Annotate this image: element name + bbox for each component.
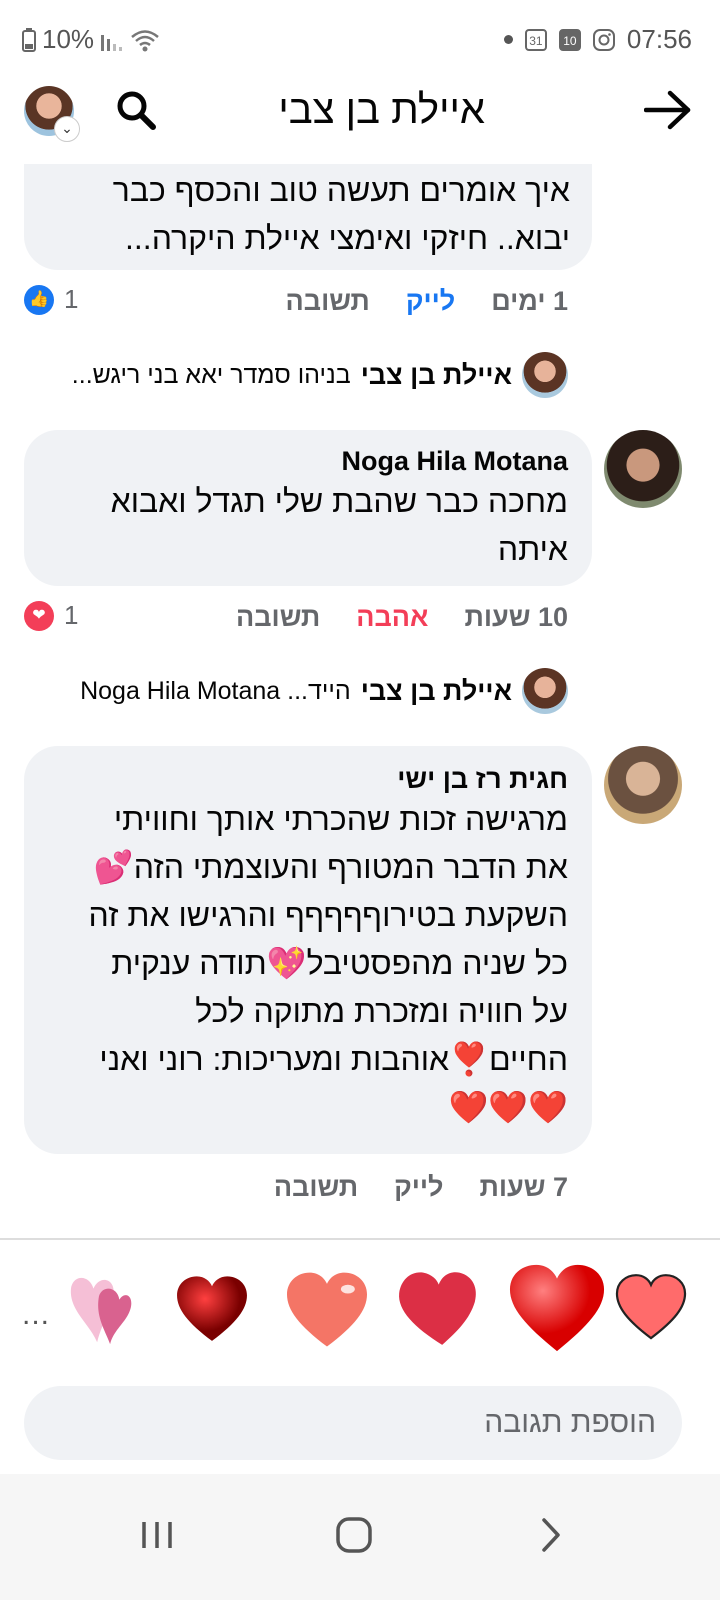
reaction-count: 1 xyxy=(64,284,79,314)
battery-icon xyxy=(22,27,36,52)
page-title: איילת בן צבי xyxy=(278,88,485,132)
heart-sticker-icon[interactable] xyxy=(62,1268,136,1348)
reaction-count: 1 xyxy=(64,600,79,630)
reply-button[interactable]: תשובה xyxy=(274,1172,358,1203)
more-stickers-button[interactable]: ... xyxy=(22,1298,50,1332)
heart-sticker-icon[interactable] xyxy=(508,1262,606,1354)
heart-sticker-icon[interactable] xyxy=(614,1272,688,1342)
comment-bubble[interactable]: Noga Hila Motana מחכה כבר שהבת שלי תגדל … xyxy=(24,430,592,586)
status-bar: 10% 31 10 07:56 xyxy=(0,0,720,80)
reply-author: איילת בן צבי xyxy=(360,675,512,706)
comment-actions: 7 שעות לייק תשובה xyxy=(274,1172,568,1203)
back-arrow-icon[interactable] xyxy=(644,90,692,130)
commenter-avatar[interactable] xyxy=(604,746,682,824)
notification-dot-icon xyxy=(503,35,513,44)
back-nav-icon[interactable] xyxy=(526,1510,576,1560)
love-button[interactable]: אהבה xyxy=(356,602,428,633)
reaction-summary[interactable]: 👍 1 xyxy=(24,284,78,315)
comment-text-line: איתה xyxy=(497,531,568,567)
comment-actions: 1 ימים לייק תשובה xyxy=(286,286,568,317)
comment-actions: 10 שעות אהבה תשובה xyxy=(236,602,568,633)
comment-time[interactable]: 7 שעות xyxy=(480,1172,569,1203)
calendar-icon: 31 xyxy=(524,28,547,51)
heart-sticker-icon[interactable] xyxy=(282,1270,372,1350)
comment-bubble[interactable]: חגית רז בן ישי מרגישה זכות שהכרתי אותך ו… xyxy=(24,746,592,1154)
reply-text: בניהו סמדר יאא בני ריגש... xyxy=(71,360,351,389)
reply-text: הייד... Noga Hila Motana xyxy=(80,676,351,705)
date-badge-icon: 10 xyxy=(558,28,581,51)
sticker-bar xyxy=(0,1262,720,1362)
commenter-avatar[interactable] xyxy=(604,430,682,508)
battery-percent: 10% xyxy=(42,24,95,54)
like-button[interactable]: לייק xyxy=(394,1172,443,1203)
home-icon[interactable] xyxy=(329,1510,379,1560)
comment-composer[interactable] xyxy=(24,1386,682,1460)
search-icon[interactable] xyxy=(114,88,158,132)
recent-apps-icon[interactable] xyxy=(132,1510,182,1560)
like-icon: 👍 xyxy=(24,284,54,315)
comment-text-line: מחכה כבר שהבת שלי תגדל ואבוא xyxy=(110,483,568,519)
comment-text-line: את הדבר המטורף והעוצמתי הזה💕 xyxy=(93,849,568,885)
comment-time[interactable]: 1 ימים xyxy=(491,286,568,317)
commenter-name[interactable]: חגית רז בן ישי xyxy=(40,764,568,795)
clock: 07:56 xyxy=(626,24,692,54)
reply-button[interactable]: תשובה xyxy=(236,602,320,633)
comment-text-line: החיים❣️אוהבות ומעריכות: רוני ואני xyxy=(99,1041,568,1077)
reply-avatar xyxy=(522,668,568,714)
heart-icon: ❤ xyxy=(24,600,54,631)
comment-text-line: השקעת בטירוףףףףף והרגישו את זה xyxy=(88,897,568,933)
add-reply-input[interactable] xyxy=(24,1386,682,1460)
comment-text-line: על חוויה ומזכרת מתוקה לכל xyxy=(195,993,568,1029)
reaction-summary[interactable]: ❤ 1 xyxy=(24,600,78,631)
commenter-name[interactable]: Noga Hila Motana xyxy=(46,446,568,477)
comment-text-line: איך אומרים תעשה טוב והכסף כבר xyxy=(112,172,570,208)
comment-time[interactable]: 10 שעות xyxy=(464,602,568,633)
reply-button[interactable]: תשובה xyxy=(286,286,370,317)
comment-text-line: כל שניה מהפסטיבל💖תודה ענקית xyxy=(111,945,568,981)
comment-bubble[interactable]: איך אומרים תעשה טוב והכסף כבר יבוא.. חיז… xyxy=(24,164,592,270)
signal-icon xyxy=(101,34,123,51)
comment-text-line: ❤️❤️❤️ xyxy=(448,1089,568,1125)
top-bar: ⌄ איילת בן צבי xyxy=(0,80,720,164)
instagram-icon xyxy=(592,28,615,51)
status-right: 31 10 07:56 xyxy=(503,24,692,55)
wifi-icon xyxy=(131,29,159,51)
heart-sticker-icon[interactable] xyxy=(394,1266,480,1348)
like-button[interactable]: לייק xyxy=(406,286,455,317)
comment-text-line: יבוא.. חיזקי ואימצי איילת היקרה... xyxy=(125,220,570,256)
reply-preview[interactable]: איילת בן צבי הייד... Noga Hila Motana xyxy=(80,668,568,714)
reply-preview[interactable]: איילת בן צבי בניהו סמדר יאא בני ריגש... xyxy=(72,352,568,398)
system-nav-bar xyxy=(0,1474,720,1600)
heart-sticker-icon[interactable] xyxy=(174,1272,250,1346)
divider xyxy=(0,1238,720,1240)
reply-avatar xyxy=(522,352,568,398)
status-left: 10% xyxy=(22,24,160,55)
chevron-down-icon[interactable]: ⌄ xyxy=(54,116,80,142)
reply-author: איילת בן צבי xyxy=(360,359,512,390)
comment-text-line: מרגישה זכות שהכרתי אותך וחוויתי xyxy=(113,801,568,837)
